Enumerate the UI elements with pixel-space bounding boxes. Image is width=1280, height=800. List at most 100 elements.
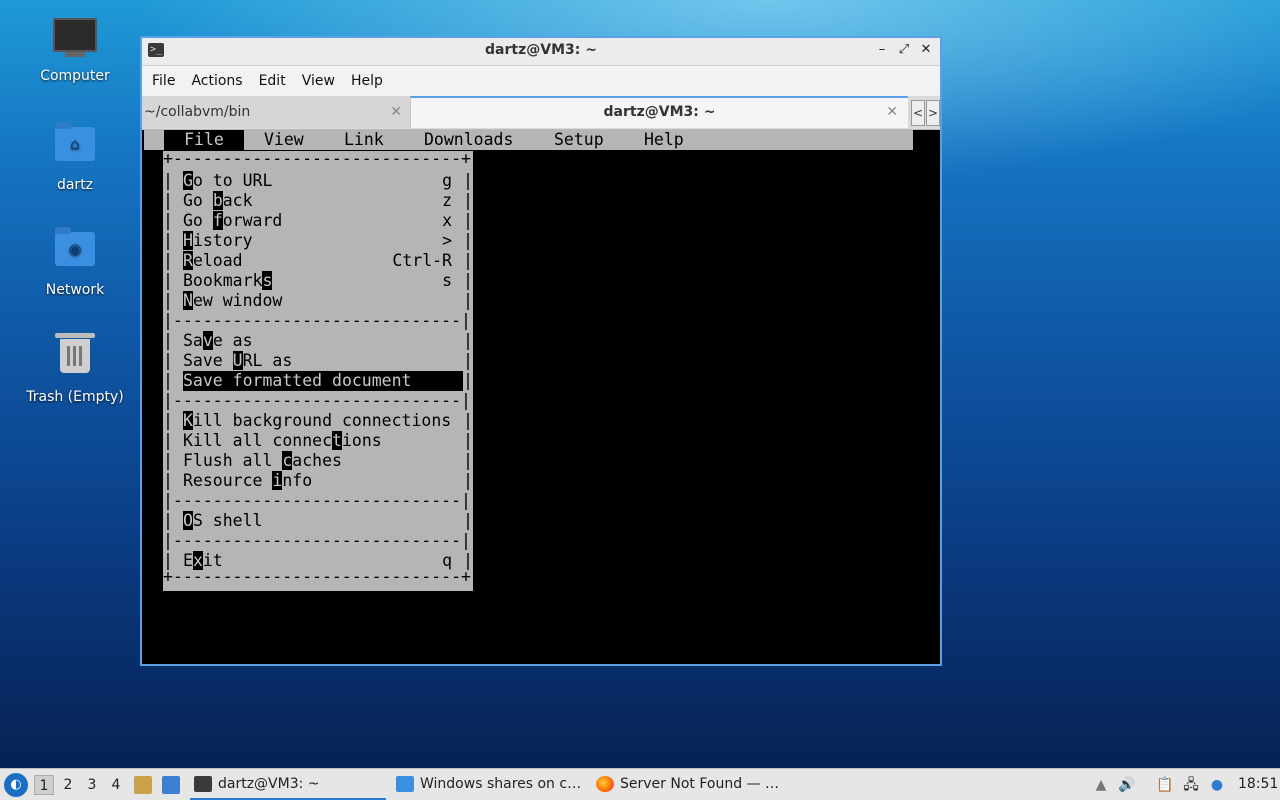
lynx-menu-setup[interactable]: Setup (554, 130, 604, 150)
lynx-menubar: File View Link Downloads Setup Help (144, 130, 913, 150)
desktop-icon-home[interactable]: ⌂ dartz (20, 121, 130, 193)
lynx-menu-link[interactable]: Link (344, 130, 384, 150)
window-title: dartz@VM3: ~ (485, 42, 597, 58)
desktop-icon-network[interactable]: ◉ Network (20, 226, 130, 298)
taskbar-task-firefox[interactable]: Server Not Found — … (592, 769, 816, 800)
menu-item-shortcut: x (442, 211, 452, 230)
desktop-icon-label: Network (45, 282, 105, 298)
menu-border: | (163, 371, 173, 390)
menu-help[interactable]: Help (343, 73, 391, 89)
menu-item-hotkey: i (272, 471, 283, 490)
window-titlebar[interactable]: >_ dartz@VM3: ~ – ⤢ ✕ (142, 38, 940, 66)
taskbar-task-file-manager[interactable]: Windows shares on c… (392, 769, 616, 800)
menu-item-hotkey: O (183, 511, 193, 530)
menu-actions[interactable]: Actions (183, 73, 250, 89)
tab-bar: ~/collabvm/bin ✕ dartz@VM3: ~ ✕ < > (142, 96, 940, 130)
menu-view[interactable]: View (294, 73, 343, 89)
file-menu-item[interactable]: | Go to URL | g (163, 171, 473, 191)
desktop-icon-trash[interactable]: Trash (Empty) (20, 331, 130, 405)
workspace-3[interactable]: 3 (82, 775, 102, 795)
menu-border: | (463, 371, 473, 390)
menu-border: | (163, 431, 173, 450)
lynx-menu-help[interactable]: Help (644, 130, 684, 150)
tab-prev-button[interactable]: < (911, 100, 925, 126)
tray-arrow-icon[interactable]: ▲ (1092, 776, 1110, 794)
menu-file[interactable]: File (144, 73, 183, 89)
start-menu-button[interactable]: ◐ (4, 773, 28, 797)
menu-item-text: eload (192, 251, 243, 270)
file-menu-item[interactable]: | Flush all caches | (163, 451, 473, 471)
file-menu-item[interactable]: | Go back | z (163, 191, 473, 211)
tab-label: dartz@VM3: ~ (603, 104, 716, 120)
menu-border: | (163, 411, 173, 430)
taskbar-task-terminal[interactable]: dartz@VM3: ~ (190, 769, 386, 800)
menu-item-shortcut: g (442, 171, 452, 190)
menu-item-text: ill background connections (192, 411, 452, 430)
file-menu-item[interactable]: | Resource info | (163, 471, 473, 491)
file-menu-item[interactable]: | History | > (163, 231, 473, 251)
menu-item-text: Bookmark (183, 271, 263, 290)
file-menu-item[interactable]: | Kill background connections | (163, 411, 473, 431)
menu-border: | (463, 251, 473, 270)
menu-item-text: Sa (183, 331, 203, 350)
network-status-icon[interactable]: 🖧 (1182, 776, 1200, 794)
menu-item-text: ions (341, 431, 382, 450)
workspace-4[interactable]: 4 (106, 775, 126, 795)
menu-item-text: Go (183, 211, 213, 230)
menu-item-hotkey: s (262, 271, 273, 290)
file-menu-item[interactable]: | Go forward | x (163, 211, 473, 231)
minimize-button[interactable]: – (874, 41, 890, 59)
menu-item-hotkey: t (332, 431, 342, 450)
menu-item-text: RL as (242, 351, 293, 370)
menu-item-hotkey: v (202, 331, 213, 350)
show-desktop-icon[interactable] (162, 776, 180, 794)
notification-icon[interactable]: ● (1208, 776, 1226, 794)
file-menu-item[interactable]: | Save URL as | (163, 351, 473, 371)
menu-border: +-----------------------------+ (163, 567, 471, 586)
tab-close-icon[interactable]: ✕ (886, 98, 898, 126)
folder-icon (396, 776, 414, 792)
menu-border: | (163, 331, 173, 350)
file-menu-item[interactable]: | Reload | Ctrl-R (163, 251, 473, 271)
menu-item-hotkey: N (183, 291, 193, 310)
menu-border: | (163, 251, 173, 270)
menu-border: | (163, 471, 173, 490)
menu-border: | (163, 451, 173, 470)
lynx-menu-file[interactable]: File (164, 130, 244, 150)
workspace-2[interactable]: 2 (58, 775, 78, 795)
clipboard-icon[interactable]: 📋 (1156, 776, 1174, 794)
menu-item-shortcut: z (442, 191, 452, 210)
volume-icon[interactable]: 🔊 (1118, 776, 1136, 794)
menu-border: | (463, 511, 473, 530)
file-menu-item[interactable]: | Save as | (163, 331, 473, 351)
file-menu-item[interactable]: | New window | (163, 291, 473, 311)
firefox-icon (596, 776, 614, 792)
file-menu-item[interactable]: | Save formatted document | (163, 371, 473, 391)
menu-item-text: o to URL (192, 171, 273, 190)
menu-border: | (463, 211, 473, 230)
terminal-area[interactable]: File View Link Downloads Setup Help +---… (142, 130, 940, 664)
menu-item-text: Save (183, 351, 233, 370)
tab-dartz-home[interactable]: dartz@VM3: ~ ✕ (410, 96, 908, 128)
file-menu-item[interactable]: | OS shell | (163, 511, 473, 531)
close-button[interactable]: ✕ (918, 41, 934, 59)
menu-item-text: istory (192, 231, 253, 250)
maximize-button[interactable]: ⤢ (896, 41, 912, 59)
lynx-menu-downloads[interactable]: Downloads (424, 130, 513, 150)
file-manager-launcher-icon[interactable] (134, 776, 152, 794)
tab-collabvm-bin[interactable]: ~/collabvm/bin ✕ (142, 96, 412, 128)
menu-border: | (463, 431, 473, 450)
workspace-1[interactable]: 1 (34, 775, 54, 795)
network-folder-icon: ◉ (53, 227, 97, 276)
tab-next-button[interactable]: > (926, 100, 940, 126)
menu-border: | (163, 351, 173, 370)
clock[interactable]: 18:51 (1238, 769, 1278, 800)
lynx-menu-view[interactable]: View (264, 130, 304, 150)
desktop-icon-computer[interactable]: Computer (20, 16, 130, 84)
menu-border: | (463, 451, 473, 470)
tab-close-icon[interactable]: ✕ (390, 96, 402, 128)
file-menu-item[interactable]: | Bookmarks | s (163, 271, 473, 291)
file-menu-item[interactable]: | Kill all connections | (163, 431, 473, 451)
menu-edit[interactable]: Edit (251, 73, 294, 89)
desktop-icon-label: dartz (56, 177, 94, 193)
